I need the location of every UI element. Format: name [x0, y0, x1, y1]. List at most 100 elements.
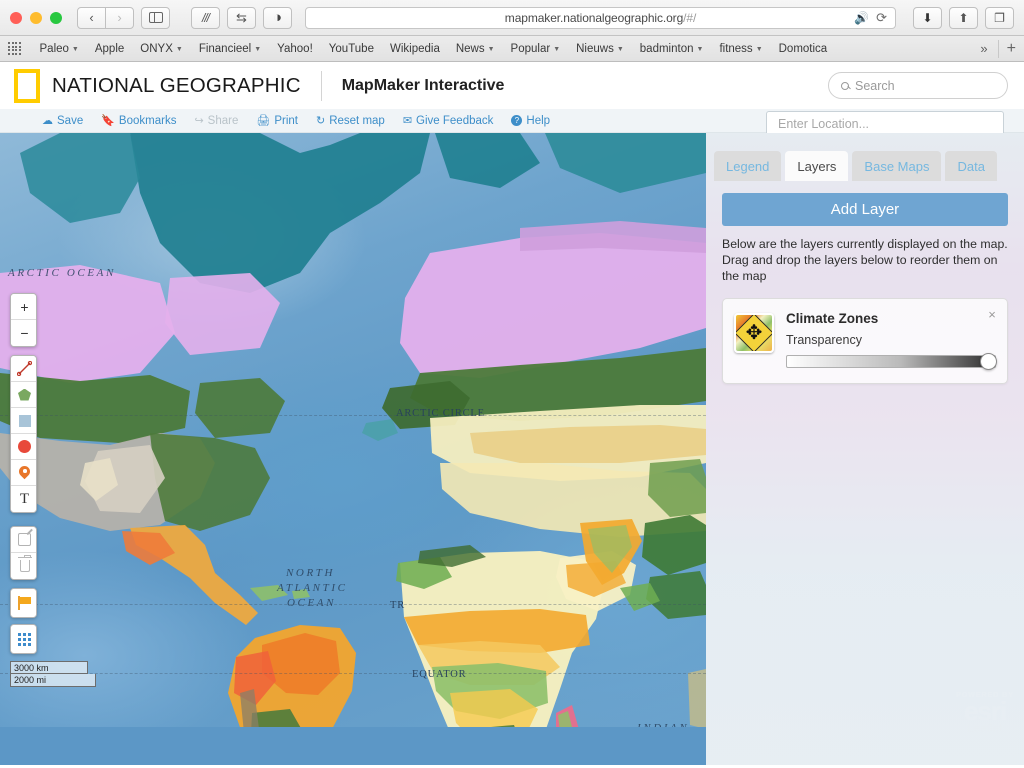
tab-base-maps[interactable]: Base Maps [852, 151, 942, 181]
bookmark-yahoo[interactable]: Yahoo! [269, 41, 321, 57]
privacy-shield-button[interactable]: ◑ [263, 6, 292, 29]
natgeo-logo-icon[interactable] [14, 68, 40, 103]
map-label-equator: EQUATOR [412, 669, 467, 680]
bookmark-label: Paleo [39, 42, 69, 55]
bookmark-apple[interactable]: Apple [87, 41, 132, 57]
url-text: mapmaker.nationalgeographic.org/#/ [504, 10, 697, 25]
reload-icon[interactable]: ⟳ [876, 10, 887, 26]
map-viewport[interactable]: ARCTIC OCEAN ARCTIC CIRCLE NORTH ATLANTI… [0, 133, 706, 727]
layers-panel: Legend Layers Base Maps Data Add Layer B… [706, 133, 1024, 765]
search-icon [841, 81, 849, 90]
bookmark-news[interactable]: News ▼ [448, 41, 503, 57]
flag-icon [17, 596, 32, 610]
extension-arrows-button[interactable]: ⇆ [227, 6, 256, 29]
audio-playing-icon[interactable]: 🔊 [854, 11, 869, 25]
bookmark-label: Apple [94, 42, 125, 55]
marker-tool-button[interactable] [11, 460, 36, 486]
chevron-down-icon: ▼ [553, 46, 561, 53]
bookmarks-button[interactable]: 🔖 Bookmarks [101, 114, 176, 128]
share-arrows-icon: ⇆ [236, 9, 247, 25]
bookmark-financieel[interactable]: Financieel ▼ [191, 41, 269, 57]
help-label: Help [526, 114, 551, 127]
bookmark-label: Nieuws [576, 42, 614, 55]
share-label: Share [207, 114, 239, 127]
bookmark-label: Wikipedia [389, 42, 440, 55]
grid-tool-button[interactable] [11, 625, 36, 653]
flag-tool-button[interactable] [11, 589, 36, 617]
bookmarks-more-icon[interactable]: » [980, 41, 987, 56]
transparency-slider-knob[interactable] [980, 353, 997, 370]
move-arrows-icon[interactable]: ✥ [746, 323, 763, 343]
print-button[interactable]: 🖨 Print [256, 114, 298, 128]
address-bar[interactable]: mapmaker.nationalgeographic.org/#/ 🔊 ⟳ [305, 6, 896, 29]
line-tool-button[interactable] [11, 356, 36, 382]
give-feedback-button[interactable]: ✉ Give Feedback [403, 114, 494, 128]
zoom-controls: + − [10, 293, 37, 347]
bookmark-onyx[interactable]: ONYX ▼ [132, 41, 191, 57]
bookmark-label: Yahoo! [277, 42, 313, 55]
tab-data[interactable]: Data [945, 151, 997, 181]
map-label-tropic-cancer: TR [390, 600, 406, 611]
bookmark-label: fitness [719, 42, 753, 55]
edit-shape-button [11, 527, 36, 553]
header-divider [320, 70, 322, 101]
remove-layer-button[interactable]: × [985, 307, 999, 322]
show-tabs-button[interactable]: ❐ [985, 6, 1014, 29]
site-search-input[interactable]: Search [828, 72, 1008, 99]
shield-icon: ◑ [272, 9, 283, 26]
bookmark-nieuws[interactable]: Nieuws ▼ [568, 41, 632, 57]
bookmark-domotica[interactable]: Domotica [771, 41, 836, 57]
download-icon: ⬇ [922, 10, 933, 25]
sidebar-toggle-button[interactable] [141, 6, 170, 29]
transparency-slider-track[interactable] [786, 355, 996, 368]
map-label-north: NORTH [286, 567, 336, 579]
bookmark-fitness[interactable]: fitness ▼ [711, 41, 770, 57]
line-icon [17, 361, 32, 376]
browser-toolbar: ‹ › /// ⇆ ◑ mapmaker.nationalgeographic.… [0, 0, 1024, 36]
tab-legend[interactable]: Legend [714, 151, 782, 181]
bookmark-wikipedia[interactable]: Wikipedia [382, 41, 448, 57]
back-button[interactable]: ‹ [77, 6, 106, 29]
location-placeholder: Enter Location... [778, 117, 870, 131]
bookmark-youtube[interactable]: YouTube [321, 41, 382, 57]
add-layer-button[interactable]: Add Layer [722, 193, 1008, 226]
scale-km: 3000 km [10, 661, 88, 674]
save-button[interactable]: ☁ Save [42, 114, 83, 128]
rectangle-icon [18, 414, 31, 427]
reset-map-button[interactable]: ↻ Reset map [316, 114, 385, 128]
polygon-icon [18, 388, 31, 401]
cloud-icon: ☁ [42, 115, 53, 127]
map-landmasses [0, 133, 706, 727]
transparency-slider[interactable] [786, 353, 997, 370]
question-circle-icon: ? [511, 115, 523, 126]
help-button[interactable]: ? Help [511, 115, 550, 127]
close-window-button[interactable] [10, 11, 22, 24]
bookmark-badminton[interactable]: badminton ▼ [632, 41, 712, 57]
polygon-tool-button[interactable] [11, 382, 36, 408]
map-label-arctic-circle: ARCTIC CIRCLE [396, 408, 485, 419]
reset-map-label: Reset map [329, 114, 385, 127]
tab-overview-button[interactable]: /// [191, 6, 220, 29]
bookmark-label: Domotica [778, 42, 828, 55]
circle-tool-button[interactable] [11, 434, 36, 460]
bookmark-popular[interactable]: Popular ▼ [503, 41, 569, 57]
rectangle-tool-button[interactable] [11, 408, 36, 434]
tab-layers[interactable]: Layers [785, 151, 849, 181]
share-button[interactable]: ⬆ [949, 6, 978, 29]
maximize-window-button[interactable] [50, 11, 62, 24]
apps-grid-icon[interactable] [8, 42, 21, 55]
layers-description: Below are the layers currently displayed… [722, 237, 1008, 283]
transparency-label: Transparency [786, 333, 862, 347]
layer-thumbnail[interactable]: ✥ [734, 313, 774, 353]
zoom-out-button[interactable]: − [11, 320, 36, 346]
text-tool-button[interactable]: T [11, 486, 36, 512]
bookmark-paleo[interactable]: Paleo ▼ [32, 41, 87, 57]
layer-card-climate-zones[interactable]: ✥ Climate Zones Transparency × [722, 298, 1008, 384]
forward-button[interactable]: › [105, 6, 134, 29]
downloads-button[interactable]: ⬇ [913, 6, 942, 29]
site-search-placeholder: Search [855, 78, 895, 93]
layers-panel-body: Add Layer Below are the layers currently… [706, 181, 1024, 765]
minimize-window-button[interactable] [30, 11, 42, 24]
zoom-in-button[interactable]: + [11, 294, 36, 320]
add-bookmark-icon[interactable]: + [997, 39, 1016, 58]
